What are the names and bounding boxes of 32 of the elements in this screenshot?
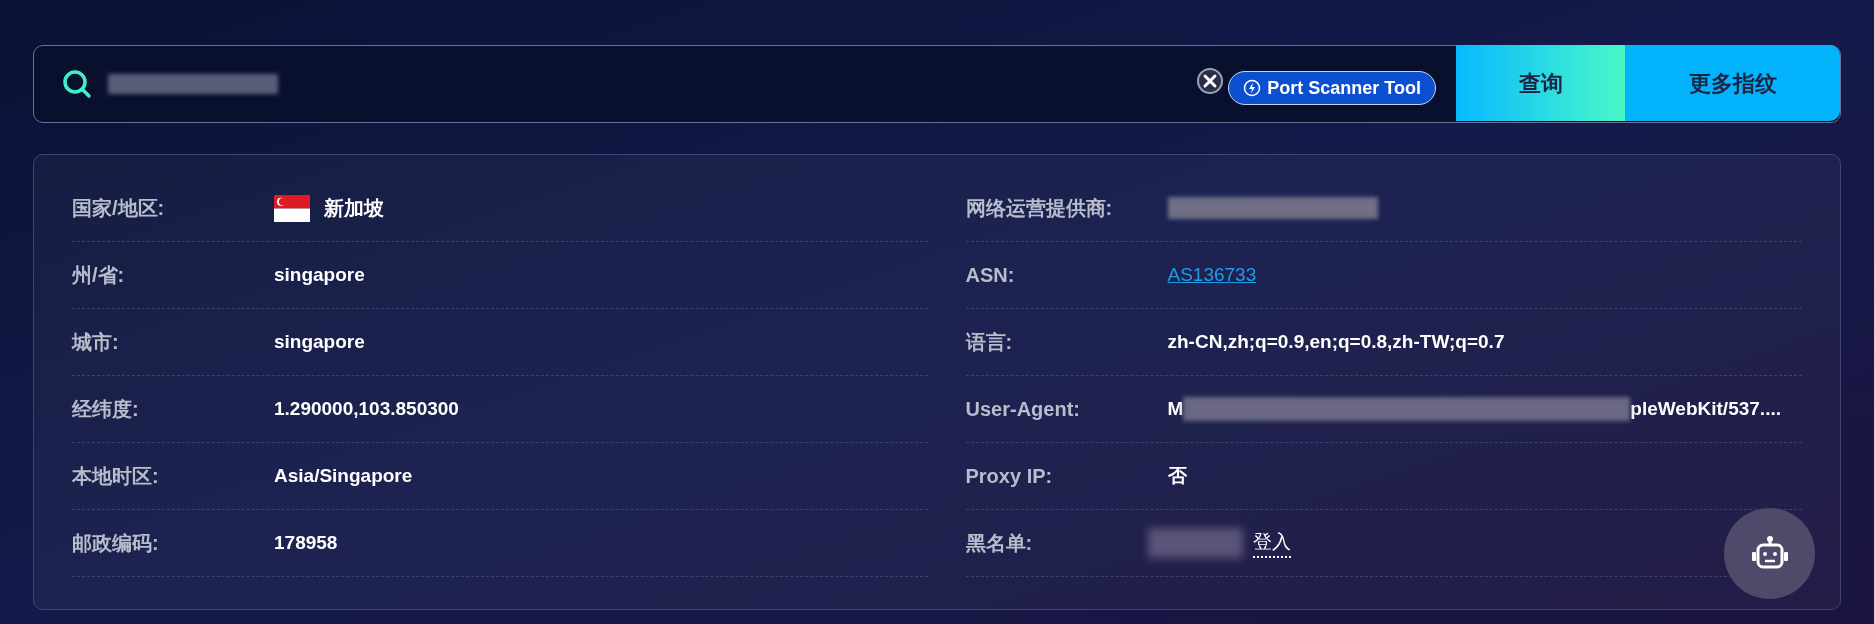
flag-icon — [274, 194, 310, 222]
field-value: 1.290000,103.850300 — [274, 396, 459, 421]
search-icon — [62, 69, 92, 99]
lightning-icon — [1243, 79, 1262, 97]
field-label: 经纬度: — [72, 397, 140, 422]
field-label: 本地时区: — [72, 464, 160, 489]
field-value: singapore — [274, 329, 365, 354]
field-value: singapore — [274, 262, 365, 287]
field-label: User-Agent: — [965, 397, 1081, 422]
clear-icon[interactable] — [1196, 67, 1225, 95]
field-value: 178958 — [274, 530, 338, 555]
search-bar[interactable]: Port Scanner Tool 查询 更多指纹 — [33, 45, 1841, 123]
field-value: zh-CN,zh;q=0.9,en;q=0.8,zh-TW;q=0.7 — [1167, 329, 1505, 354]
field-label: 语言: — [965, 330, 1014, 355]
field-label: 州/省: — [72, 263, 126, 288]
field-value: Asia/Singapore — [274, 463, 413, 488]
field-label: 城市: — [72, 330, 120, 355]
field-label: 邮政编码: — [72, 531, 160, 556]
query-button[interactable]: 查询 — [1456, 45, 1625, 121]
field-label: Proxy IP: — [965, 464, 1054, 489]
field-value: 否 — [1167, 463, 1187, 488]
query-button[interactable]: 更多指纹 — [1625, 45, 1840, 121]
field-label: 黑名单: — [965, 531, 1034, 556]
field-label: 国家/地区: — [72, 196, 166, 221]
field-label: 网络运营提供商: — [965, 196, 1114, 221]
field-value: M — [1167, 396, 1184, 421]
login-link[interactable]: 登入 — [1252, 527, 1291, 559]
field-label: ASN: — [965, 263, 1016, 288]
field-value: pleWebKit/537.... — [1630, 396, 1781, 421]
asn-link[interactable]: AS136733 — [1167, 260, 1257, 290]
port-scanner-button[interactable]: Port Scanner Tool — [1228, 71, 1436, 105]
field-value: 新加坡 — [324, 196, 384, 221]
